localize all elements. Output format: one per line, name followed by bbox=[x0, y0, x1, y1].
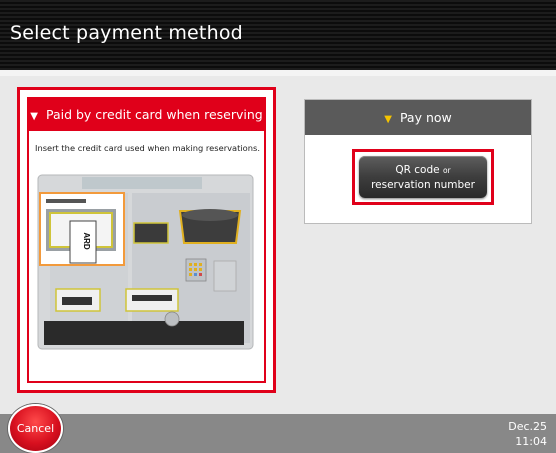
qr-button-line1: QR code bbox=[395, 164, 440, 176]
kiosk-top-screen bbox=[82, 177, 202, 189]
time-display: 11:04 bbox=[515, 435, 547, 448]
page-title: Select payment method bbox=[10, 22, 243, 44]
card-text: ARD bbox=[82, 232, 91, 250]
credit-card-instruction: Insert the credit card used when making … bbox=[35, 143, 260, 153]
header-bar: Select payment method bbox=[0, 0, 556, 70]
qr-button-or: or bbox=[442, 166, 451, 175]
cancel-button[interactable]: Cancel bbox=[8, 404, 63, 453]
side-panel bbox=[213, 260, 237, 292]
qr-button-highlight: QR code or reservation number bbox=[352, 149, 494, 205]
pay-now-option-panel: ▼ Pay now QR code or reservation number bbox=[304, 99, 532, 224]
date-display: Dec.25 bbox=[508, 420, 547, 433]
qr-button-line2: reservation number bbox=[371, 179, 475, 191]
credit-card-option-title: Paid by credit card when reserving bbox=[45, 107, 263, 122]
footer-bar bbox=[0, 414, 556, 453]
kiosk-illustration: ARD bbox=[32, 171, 257, 353]
down-triangle-icon: ▼ bbox=[384, 114, 392, 125]
pay-now-title: Pay now bbox=[399, 110, 452, 125]
pay-now-heading: ▼ Pay now bbox=[305, 100, 531, 135]
credit-card-option-panel[interactable]: ▼ Paid by credit card when reserving Ins… bbox=[27, 97, 266, 383]
credit-card-option-heading: ▼ Paid by credit card when reserving bbox=[29, 99, 264, 131]
tray-rim bbox=[182, 209, 238, 221]
round-button bbox=[164, 311, 180, 327]
slot-a bbox=[133, 222, 169, 244]
kiosk-base bbox=[44, 321, 244, 345]
card-slot-label-bar bbox=[46, 199, 86, 203]
main-content: ▼ Paid by credit card when reserving Ins… bbox=[0, 76, 556, 414]
down-triangle-icon: ▼ bbox=[30, 111, 38, 122]
credit-card-option-highlight[interactable]: ▼ Paid by credit card when reserving Ins… bbox=[17, 87, 276, 393]
qr-code-or-reservation-number-button[interactable]: QR code or reservation number bbox=[359, 156, 487, 198]
